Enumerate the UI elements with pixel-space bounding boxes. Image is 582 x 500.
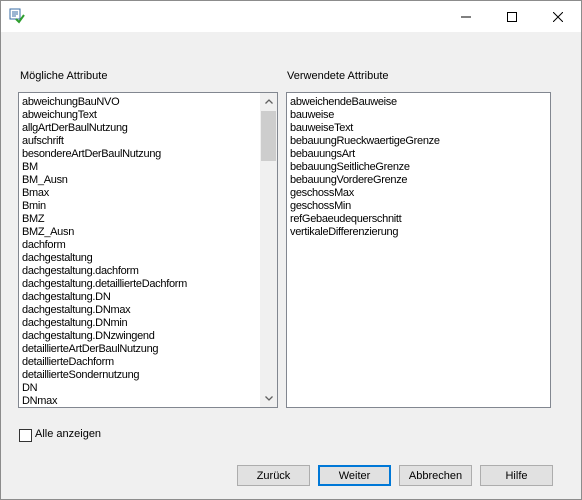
list-item[interactable]: geschossMin bbox=[290, 200, 440, 213]
cancel-button[interactable]: Abbrechen bbox=[399, 465, 472, 486]
maximize-button[interactable] bbox=[489, 1, 535, 32]
list-item[interactable]: bebauungRueckwaertigeGrenze bbox=[290, 135, 440, 148]
scroll-up-button[interactable] bbox=[260, 93, 277, 110]
show-all-label[interactable]: Alle anzeigen bbox=[35, 428, 101, 440]
show-all-checkbox[interactable] bbox=[19, 429, 32, 442]
next-button[interactable]: Weiter bbox=[318, 465, 391, 486]
close-icon bbox=[553, 11, 563, 22]
list-item[interactable]: bebauungVordereGrenze bbox=[290, 174, 440, 187]
scroll-thumb[interactable] bbox=[261, 111, 276, 161]
list-item[interactable]: bauweise bbox=[290, 109, 440, 122]
vertical-scrollbar[interactable] bbox=[260, 93, 277, 407]
list-item[interactable]: dachgestaltung bbox=[22, 252, 187, 265]
chevron-down-icon bbox=[264, 396, 273, 401]
list-item[interactable]: Bmin bbox=[22, 200, 187, 213]
chevron-up-icon bbox=[264, 99, 273, 104]
list-item[interactable]: besondereArtDerBaulNutzung bbox=[22, 148, 187, 161]
list-item[interactable]: abweichendeBauweise bbox=[290, 96, 440, 109]
possible-attributes-list[interactable]: abweichungBauNVO abweichungText allgArtDer… bbox=[18, 92, 278, 408]
list-item[interactable]: BMZ bbox=[22, 213, 187, 226]
list-item[interactable]: bebauungsArt bbox=[290, 148, 440, 161]
used-attributes-label: Verwendete Attribute bbox=[287, 70, 389, 82]
list-item[interactable]: detaillierteArtDerBaulNutzung bbox=[22, 343, 187, 356]
back-button[interactable]: Zurück bbox=[237, 465, 310, 486]
list-item[interactable]: DNmax bbox=[22, 395, 187, 407]
list-item[interactable]: refGebaeudequerschnitt bbox=[290, 213, 440, 226]
list-item[interactable]: dachgestaltung.DNmin bbox=[22, 317, 187, 330]
possible-attributes-label: Mögliche Attribute bbox=[20, 70, 108, 82]
list-item[interactable]: DN bbox=[22, 382, 187, 395]
list-item[interactable]: aufschrift bbox=[22, 135, 187, 148]
list-item[interactable]: BM bbox=[22, 161, 187, 174]
used-attributes-list[interactable]: abweichendeBauweise bauweise bauweiseText b… bbox=[286, 92, 551, 408]
possible-attributes-items: abweichungBauNVO abweichungText allgArtDer… bbox=[22, 96, 187, 407]
list-item[interactable]: dachgestaltung.dachform bbox=[22, 265, 187, 278]
list-item[interactable]: Bmax bbox=[22, 187, 187, 200]
list-item[interactable]: abweichungBauNVO bbox=[22, 96, 187, 109]
scroll-down-button[interactable] bbox=[260, 390, 277, 407]
maximize-icon bbox=[507, 11, 517, 22]
list-item[interactable]: BMZ_Ausn bbox=[22, 226, 187, 239]
list-item[interactable]: dachform bbox=[22, 239, 187, 252]
list-item[interactable]: bebauungSeitlicheGrenze bbox=[290, 161, 440, 174]
list-item[interactable]: dachgestaltung.DN bbox=[22, 291, 187, 304]
list-item[interactable]: detaillierteSondernutzung bbox=[22, 369, 187, 382]
close-button[interactable] bbox=[535, 1, 581, 32]
minimize-icon bbox=[461, 16, 471, 17]
dialog-window: Mögliche Attribute Verwendete Attribute … bbox=[0, 0, 582, 500]
list-item[interactable]: dachgestaltung.DNzwingend bbox=[22, 330, 187, 343]
list-item[interactable]: detaillierteDachform bbox=[22, 356, 187, 369]
list-item[interactable]: abweichungText bbox=[22, 109, 187, 122]
list-item[interactable]: dachgestaltung.detaillierteDachform bbox=[22, 278, 187, 291]
used-attributes-items: abweichendeBauweise bauweise bauweiseText b… bbox=[290, 96, 440, 239]
list-item[interactable]: BM_Ausn bbox=[22, 174, 187, 187]
title-bar bbox=[1, 1, 581, 32]
list-item[interactable]: dachgestaltung.DNmax bbox=[22, 304, 187, 317]
list-item[interactable]: geschossMax bbox=[290, 187, 440, 200]
list-item[interactable]: bauweiseText bbox=[290, 122, 440, 135]
list-item[interactable]: allgArtDerBaulNutzung bbox=[22, 122, 187, 135]
checklist-icon bbox=[9, 8, 25, 24]
minimize-button[interactable] bbox=[443, 1, 489, 32]
list-item[interactable]: vertikaleDifferenzierung bbox=[290, 226, 440, 239]
help-button[interactable]: Hilfe bbox=[480, 465, 553, 486]
